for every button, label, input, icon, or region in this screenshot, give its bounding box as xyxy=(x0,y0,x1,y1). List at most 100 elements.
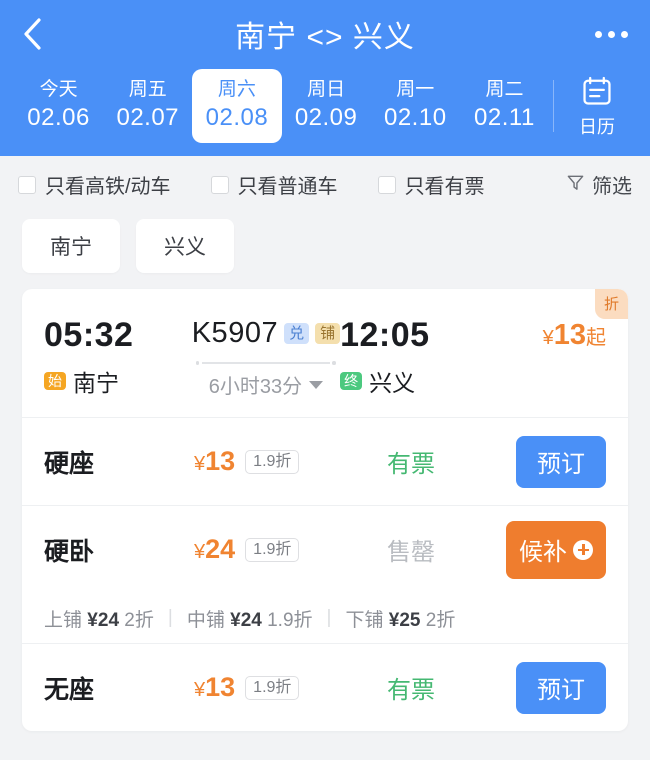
calendar-button[interactable]: 日历 xyxy=(558,74,636,138)
checkbox-label: 只看高铁/动车 xyxy=(45,176,171,198)
checkbox-box[interactable] xyxy=(210,175,229,194)
calendar-icon xyxy=(580,74,614,113)
more-dots-icon[interactable] xyxy=(595,30,628,38)
seat-price-block: ¥24 1.9折 xyxy=(194,534,336,565)
berth-middle: 中铺 ¥24 1.9折 xyxy=(187,605,313,632)
divider: | xyxy=(326,607,332,628)
checkbox-available-only[interactable]: 只看有票 xyxy=(377,170,485,199)
price-from: ¥13起 xyxy=(488,319,606,352)
train-number: K5907 xyxy=(191,317,279,349)
line-dot-left xyxy=(195,361,200,365)
calendar-label: 日历 xyxy=(579,117,616,137)
arrival-station: 终 兴义 xyxy=(340,364,488,398)
checkbox-label: 只看普通车 xyxy=(237,176,338,198)
more-dot xyxy=(595,30,602,38)
seat-action-cell: 预订 xyxy=(486,661,606,714)
station-chip-row: 南宁 兴义 xyxy=(0,209,650,289)
duration-toggle[interactable]: 6小时33分 xyxy=(209,370,324,399)
seat-price-value: 24 xyxy=(205,534,236,564)
date-tab-dow: 周二 xyxy=(485,79,524,100)
seat-row-no-seat: 无座 ¥13 1.9折 有票 预订 xyxy=(22,643,628,731)
date-tab-2-selected[interactable]: 周六 02.08 xyxy=(192,69,282,143)
berth-discount: 1.9折 xyxy=(267,609,313,631)
start-station-badge: 始 xyxy=(44,372,66,390)
checkbox-label: 只看有票 xyxy=(404,176,485,198)
filter-bar: 只看高铁/动车 只看普通车 只看有票 筛选 xyxy=(0,156,650,209)
date-tab-4[interactable]: 周一 02.10 xyxy=(371,69,460,143)
filter-button[interactable]: 筛选 xyxy=(566,170,632,199)
departure-station: 始 南宁 xyxy=(44,364,192,398)
date-tab-1[interactable]: 周五 02.07 xyxy=(103,69,192,143)
seat-status: 有票 xyxy=(387,677,435,704)
berth-label: 中铺 xyxy=(186,609,225,631)
seat-type-name: 无座 xyxy=(44,675,95,704)
berth-badge: 铺 xyxy=(315,323,341,344)
train-result-card[interactable]: 折 05:32 始 南宁 K5907 兑 铺 6小时33分 12:05 终 兴义… xyxy=(22,289,628,731)
book-button[interactable]: 预订 xyxy=(516,661,606,714)
date-tab-0[interactable]: 今天 02.06 xyxy=(14,69,103,143)
more-dot xyxy=(621,30,628,38)
seat-price-block: ¥13 1.9折 xyxy=(194,446,336,477)
berth-price-value: 24 xyxy=(240,609,262,631)
berth-discount: 2折 xyxy=(124,609,154,631)
berth-currency: ¥ xyxy=(388,609,400,631)
seat-price-value: 13 xyxy=(205,446,236,476)
page-title: 南宁 <> 兴义 xyxy=(235,21,415,54)
ticket-search-screen: 南宁 <> 兴义 今天 02.06 周五 02.07 周六 02.08 周日 0… xyxy=(0,0,650,760)
seat-action-cell: 候补 xyxy=(486,520,606,579)
date-tab-3[interactable]: 周日 02.09 xyxy=(282,69,371,143)
berth-label: 上铺 xyxy=(44,609,83,631)
line-dot-right xyxy=(332,361,336,365)
departure-block: 05:32 始 南宁 xyxy=(44,315,192,398)
seat-row-hard-seat: 硬座 ¥13 1.9折 有票 预订 xyxy=(22,417,628,505)
waitlist-label: 候补 xyxy=(519,539,567,566)
seat-currency: ¥ xyxy=(194,679,206,701)
book-button[interactable]: 预订 xyxy=(516,435,606,488)
seat-type-name: 硬座 xyxy=(44,449,95,478)
duration-line-graphic xyxy=(195,361,336,365)
end-station-badge: 终 xyxy=(340,372,363,390)
exchange-badge: 兑 xyxy=(284,323,310,344)
date-tab-dow: 周六 xyxy=(217,79,256,100)
checkbox-normal-train-only[interactable]: 只看普通车 xyxy=(210,170,338,199)
date-tab-dow: 周日 xyxy=(307,79,346,100)
funnel-icon xyxy=(566,173,585,197)
seat-type-name: 硬卧 xyxy=(44,537,95,566)
price-from-block: ¥13起 xyxy=(488,315,606,352)
berth-price: ¥25 xyxy=(389,610,421,631)
seat-currency: ¥ xyxy=(194,453,206,475)
seat-action-cell: 预订 xyxy=(486,435,606,488)
checkbox-box[interactable] xyxy=(18,175,36,194)
berth-upper: 上铺 ¥24 2折 xyxy=(44,605,154,632)
chevron-down-icon xyxy=(309,380,324,389)
train-number-line: K5907 兑 铺 xyxy=(191,317,341,350)
price-suffix: 起 xyxy=(586,327,606,349)
seat-discount-tag: 1.9折 xyxy=(245,537,300,562)
seat-price: ¥13 xyxy=(194,672,235,703)
berth-currency: ¥ xyxy=(87,609,98,631)
waitlist-button[interactable]: 候补 xyxy=(506,520,606,579)
berth-price: ¥24 xyxy=(87,610,119,631)
date-tab-5[interactable]: 周二 02.11 xyxy=(460,69,549,143)
checkbox-high-speed-only[interactable]: 只看高铁/动车 xyxy=(18,170,171,199)
nav-bar: 南宁 <> 兴义 xyxy=(0,0,650,68)
station-chip-origin[interactable]: 南宁 xyxy=(22,219,120,273)
train-summary-row: 05:32 始 南宁 K5907 兑 铺 6小时33分 12:05 终 兴义 ¥… xyxy=(22,289,628,417)
seat-price-block: ¥13 1.9折 xyxy=(194,672,336,703)
date-tab-dow: 周一 xyxy=(396,79,435,100)
price-value: 13 xyxy=(553,319,586,351)
date-tab-dow: 今天 xyxy=(39,79,78,100)
station-chip-destination[interactable]: 兴义 xyxy=(136,219,234,273)
berth-label: 下铺 xyxy=(345,609,384,631)
date-selector: 今天 02.06 周五 02.07 周六 02.08 周日 02.09 周一 0… xyxy=(0,68,650,156)
berth-lower: 下铺 ¥25 2折 xyxy=(345,605,455,632)
date-tab-date: 02.11 xyxy=(474,104,535,131)
seat-price-value: 13 xyxy=(205,672,236,702)
train-middle-block: K5907 兑 铺 6小时33分 xyxy=(191,315,341,399)
berth-discount: 2折 xyxy=(425,609,456,631)
arrival-station-name: 兴义 xyxy=(369,370,416,396)
chevron-left-icon[interactable] xyxy=(22,17,70,51)
app-header: 南宁 <> 兴义 今天 02.06 周五 02.07 周六 02.08 周日 0… xyxy=(0,0,650,156)
checkbox-box[interactable] xyxy=(377,175,396,194)
berth-currency: ¥ xyxy=(230,609,241,631)
